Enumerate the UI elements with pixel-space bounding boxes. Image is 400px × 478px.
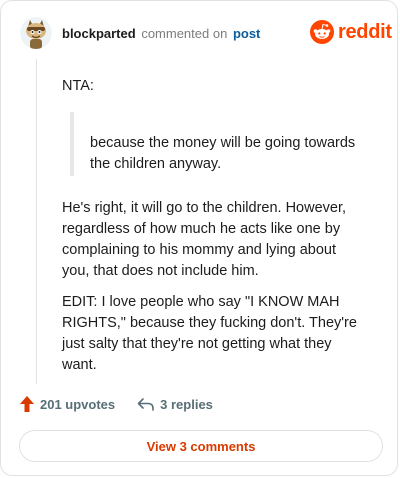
snoo-avatar-icon [20, 17, 52, 49]
post-link[interactable]: post [233, 26, 260, 41]
comment-paragraph-2: He's right, it will go to the children. … [62, 200, 347, 279]
upvote-button[interactable]: 201 upvotes [19, 395, 115, 413]
commented-on-text: commented on [141, 26, 228, 41]
blockquote-bar [70, 112, 74, 176]
comment-card: blockparted commented on post reddit NTA… [0, 0, 398, 476]
reddit-wordmark: reddit [338, 21, 392, 43]
username-link[interactable]: blockparted [62, 26, 136, 41]
upvote-arrow-icon [20, 396, 34, 412]
comment-paragraph-3: EDIT: I love people who say "I KNOW MAH … [62, 294, 357, 373]
blockquote-text: because the money will be going towards … [90, 135, 356, 172]
comment-header: blockparted commented on post [62, 26, 260, 42]
comment-paragraph-1: NTA: [62, 78, 94, 94]
replies-button[interactable]: 3 replies [137, 397, 213, 412]
reddit-logo-icon [310, 20, 334, 44]
reply-arrow-icon [137, 398, 154, 411]
comment-actions: 201 upvotes 3 replies [19, 395, 213, 413]
upvote-count: 201 upvotes [40, 396, 116, 412]
replies-count: 3 replies [160, 396, 213, 412]
view-comments-button[interactable]: View 3 comments [19, 430, 383, 462]
user-avatar[interactable] [20, 17, 52, 49]
reddit-brand[interactable]: reddit [310, 20, 392, 44]
thread-line[interactable] [36, 59, 37, 384]
